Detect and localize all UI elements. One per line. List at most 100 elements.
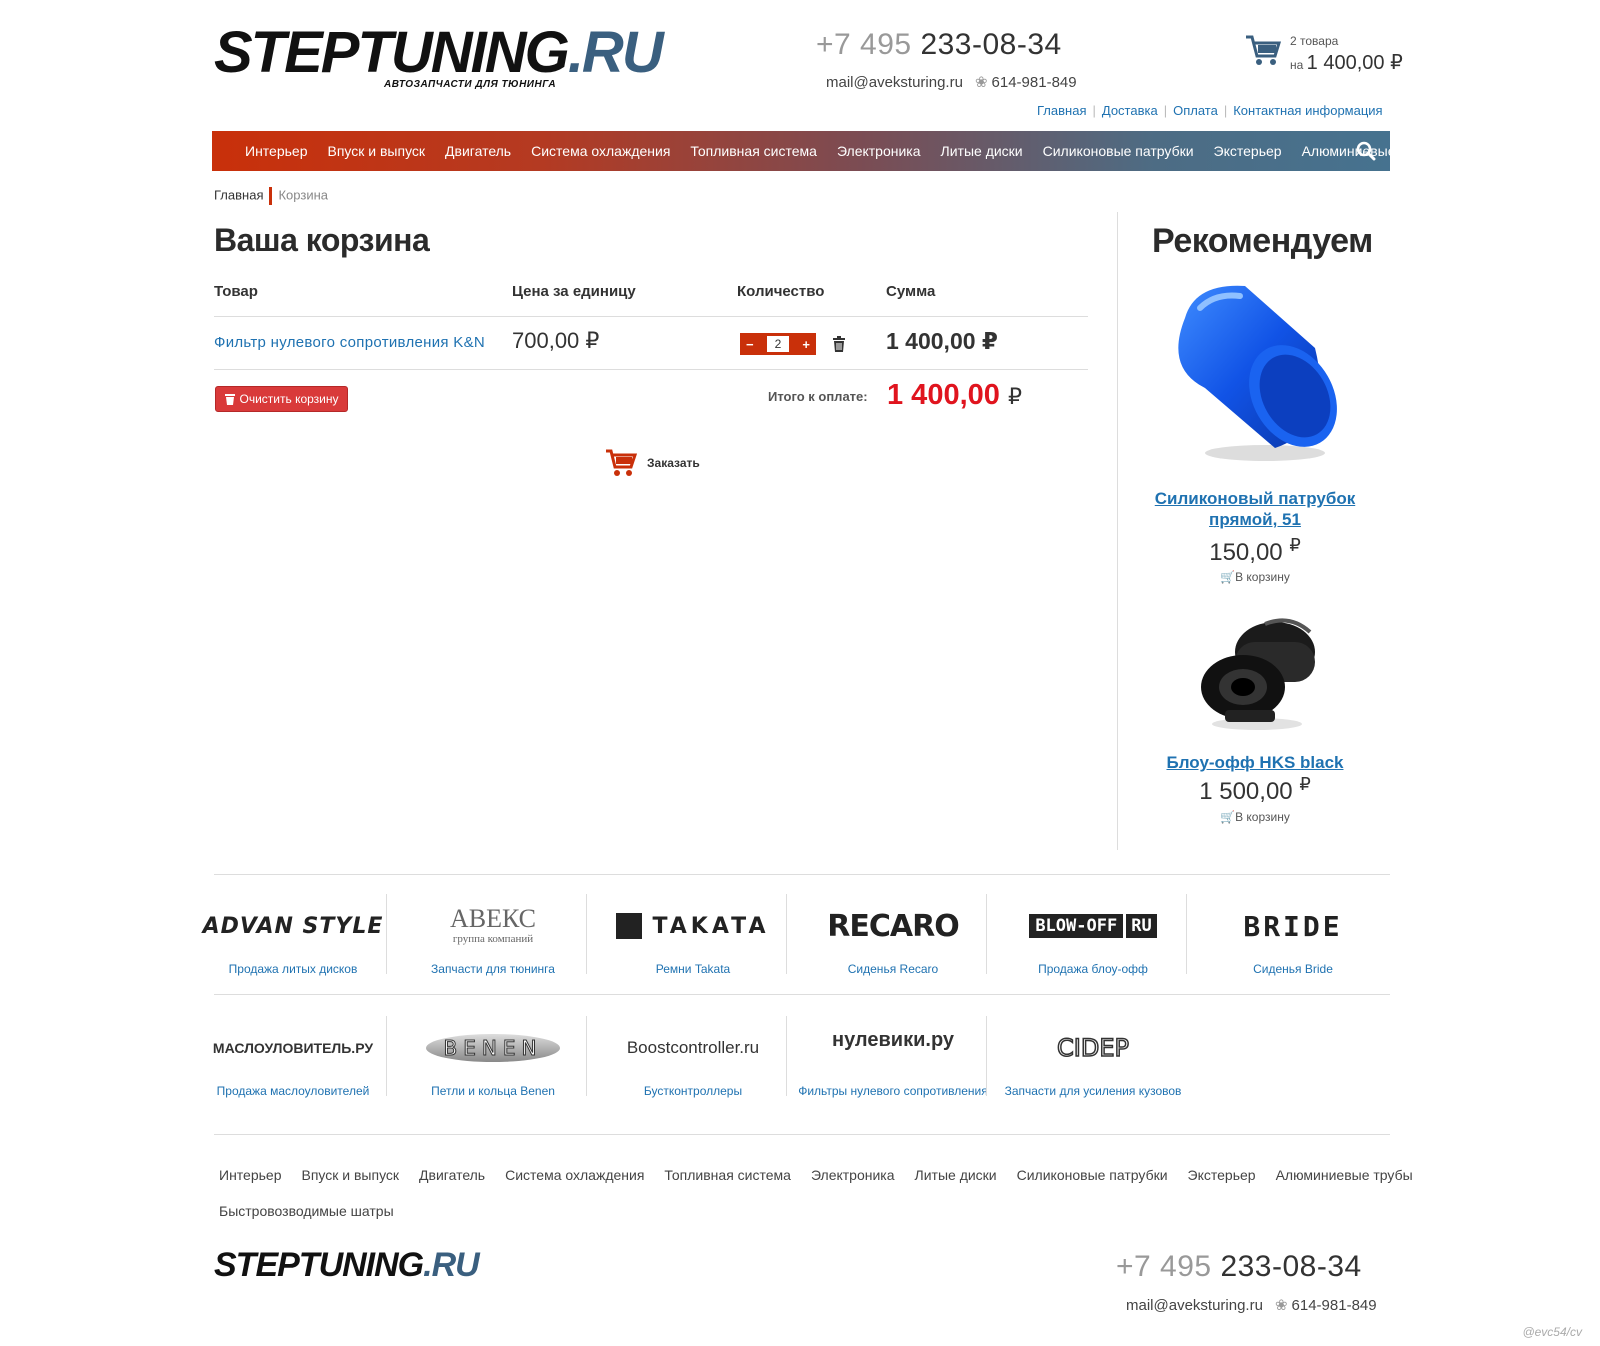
col-price: Цена за единицу [512,283,636,300]
brand-logo: нулевики.ру [831,1029,955,1051]
brand-logo: АВЕКС группа компаний [449,904,537,946]
phone-number: 233-08-34 [1220,1250,1362,1283]
toplink-delivery[interactable]: Доставка [1102,103,1158,118]
rec-item-name[interactable]: Блоу-офф HKS black [1120,752,1390,773]
rec-price-currency: ₽ [1299,774,1311,794]
cart-icon[interactable] [1245,34,1281,68]
nav-item-intake-exhaust[interactable]: Впуск и выпуск [328,143,426,159]
rec-price-value: 1 500,00 [1199,778,1293,805]
footer-nav-item[interactable]: Быстровозводимые шатры [219,1203,394,1219]
trash-icon [224,394,235,405]
rec-item-name[interactable]: Силиконовый патрубок прямой, 51 [1120,488,1390,530]
blow-off-valve-image[interactable] [1195,612,1325,732]
footer-nav-item[interactable]: Впуск и выпуск [302,1167,400,1183]
trash-icon[interactable] [832,336,846,352]
nav-item-exterior[interactable]: Экстерьер [1214,143,1282,159]
brand-advan[interactable]: ADVAN STYLE Продажа литых дисков [193,905,393,979]
nav-item-interior[interactable]: Интерьер [245,143,308,159]
sidebar-divider [1117,212,1118,850]
brand-boostcontroller[interactable]: Boostcontroller.ru Бустконтроллеры [593,1027,793,1101]
brand-takata[interactable]: TAKATA Ремни Takata [593,905,793,979]
footer-nav-item[interactable]: Алюминиевые трубы [1276,1167,1413,1183]
nav-item-electronics[interactable]: Электроника [837,143,921,159]
footer-nav-item[interactable]: Литые диски [915,1167,997,1183]
brand-separator [586,894,587,974]
cart-count[interactable]: 2 товара [1290,34,1338,48]
footer-nav-item[interactable]: Система охлаждения [505,1167,644,1183]
footer-contacts: mail@aveksturing.ru ❀ 614-981-849 [1126,1296,1377,1314]
rec-add-to-cart[interactable]: 🛒В корзину [1120,570,1390,584]
table-divider [214,316,1088,317]
nav-item-engine[interactable]: Двигатель [445,143,511,159]
brand-caption: Сиденья Recaro [847,962,939,976]
section-divider [214,994,1390,995]
footer-nav-item[interactable]: Интерьер [219,1167,282,1183]
toplink-payment[interactable]: Оплата [1173,103,1218,118]
toplink-home[interactable]: Главная [1037,103,1086,118]
rec-item-price: 1 500,00 ₽ [1120,774,1390,806]
icq-number: 614-981-849 [1291,1297,1377,1314]
rec-price-value: 150,00 [1209,539,1283,566]
brand-separator [986,894,987,974]
qty-minus-button[interactable]: − [746,337,754,352]
brand-masloulovitel[interactable]: МАСЛОУЛОВИТЕЛЬ.РУ Продажа маслоуловителе… [193,1027,393,1101]
brand-caption: Сиденья Bride [1253,962,1333,976]
silicone-hose-image[interactable] [1165,278,1355,468]
brand-nuleviki[interactable]: нулевики.ру Фильтры нулевого сопротивлен… [793,1027,993,1101]
footer-nav-item[interactable]: Экстерьер [1188,1167,1256,1183]
footer-nav-item[interactable]: Силиконовые патрубки [1017,1167,1168,1183]
footer-nav-item[interactable]: Электроника [811,1167,895,1183]
icq-icon: ❀ [974,74,988,91]
col-qty: Количество [737,283,825,300]
main-nav: Интерьер Впуск и выпуск Двигатель Систем… [212,131,1439,171]
cart-item-sum: 1 400,00 ₽ [886,328,998,354]
toplink-contacts[interactable]: Контактная информация [1233,103,1382,118]
header-contacts: mail@aveksturing.ru ❀ 614-981-849 [826,73,1077,91]
brand-recaro[interactable]: RECARO Сиденья Recaro [793,905,993,979]
cart-total[interactable]: на 1 400,00 ₽ [1290,50,1403,75]
page-title: Ваша корзина [214,222,430,258]
qty-plus-button[interactable]: + [802,337,810,352]
phone-prefix: +7 495 [816,28,912,61]
col-product: Товар [214,283,258,300]
watermark: @evc54/cv [1522,1325,1582,1339]
brand-cidep[interactable]: CIDEP Запчасти для усиления кузовов [993,1027,1193,1101]
cart-item-link[interactable]: Фильтр нулевого сопротивления K&N [214,334,485,351]
email-link[interactable]: mail@aveksturing.ru [826,74,963,91]
brand-logo: Boostcontroller.ru [626,1038,760,1057]
header-phone[interactable]: +7 495 233-08-34 [816,28,1062,62]
qty-input[interactable]: 2 [767,336,789,352]
brand-caption: Продажа маслоуловителей [216,1084,370,1098]
icq-number: 614-981-849 [991,74,1077,91]
rec-add-to-cart[interactable]: 🛒В корзину [1120,810,1390,824]
nav-item-fuel[interactable]: Топливная система [690,143,817,159]
logo-text: STEPTUNING [214,1246,424,1284]
brand-benen[interactable]: BENEN Петли и кольца Benen [393,1027,593,1101]
site-logo[interactable]: STEPTUNING.RU [214,24,664,82]
brand-blowoff[interactable]: BLOW-OFF RU Продажа блоу-офф [993,905,1193,979]
rec-cart-label: В корзину [1235,570,1290,584]
nav-item-cooling[interactable]: Система охлаждения [531,143,670,159]
footer-phone[interactable]: +7 495 233-08-34 [1116,1250,1362,1284]
brand-caption: Запчасти для усиления кузовов [1004,1084,1182,1098]
table-divider [214,369,1088,370]
clear-cart-button[interactable]: Очистить корзину [215,386,348,412]
search-icon[interactable] [1356,141,1376,161]
email-link[interactable]: mail@aveksturing.ru [1126,1297,1263,1314]
footer-nav-item[interactable]: Двигатель [419,1167,485,1183]
brand-aveks[interactable]: АВЕКС группа компаний Запчасти для тюнин… [393,905,593,979]
total-amount: 1 400,00 [887,379,1000,411]
breadcrumb-home[interactable]: Главная [214,187,263,202]
brand-separator [786,894,787,974]
brand-bride[interactable]: BRIDE Сиденья Bride [1193,905,1393,979]
footer-nav-item[interactable]: Топливная система [664,1167,791,1183]
breadcrumb-separator [269,187,273,205]
order-button[interactable]: Заказать [605,448,700,478]
footer-logo[interactable]: STEPTUNING.RU [214,1246,480,1284]
nav-item-silicone[interactable]: Силиконовые патрубки [1043,143,1194,159]
nav-item-wheels[interactable]: Литые диски [941,143,1023,159]
brand-logo: BENEN [393,1027,593,1069]
brand-logo: МАСЛОУЛОВИТЕЛЬ.РУ [212,1040,374,1056]
rec-cart-label: В корзину [1235,810,1290,824]
cart-on: на [1290,58,1304,72]
